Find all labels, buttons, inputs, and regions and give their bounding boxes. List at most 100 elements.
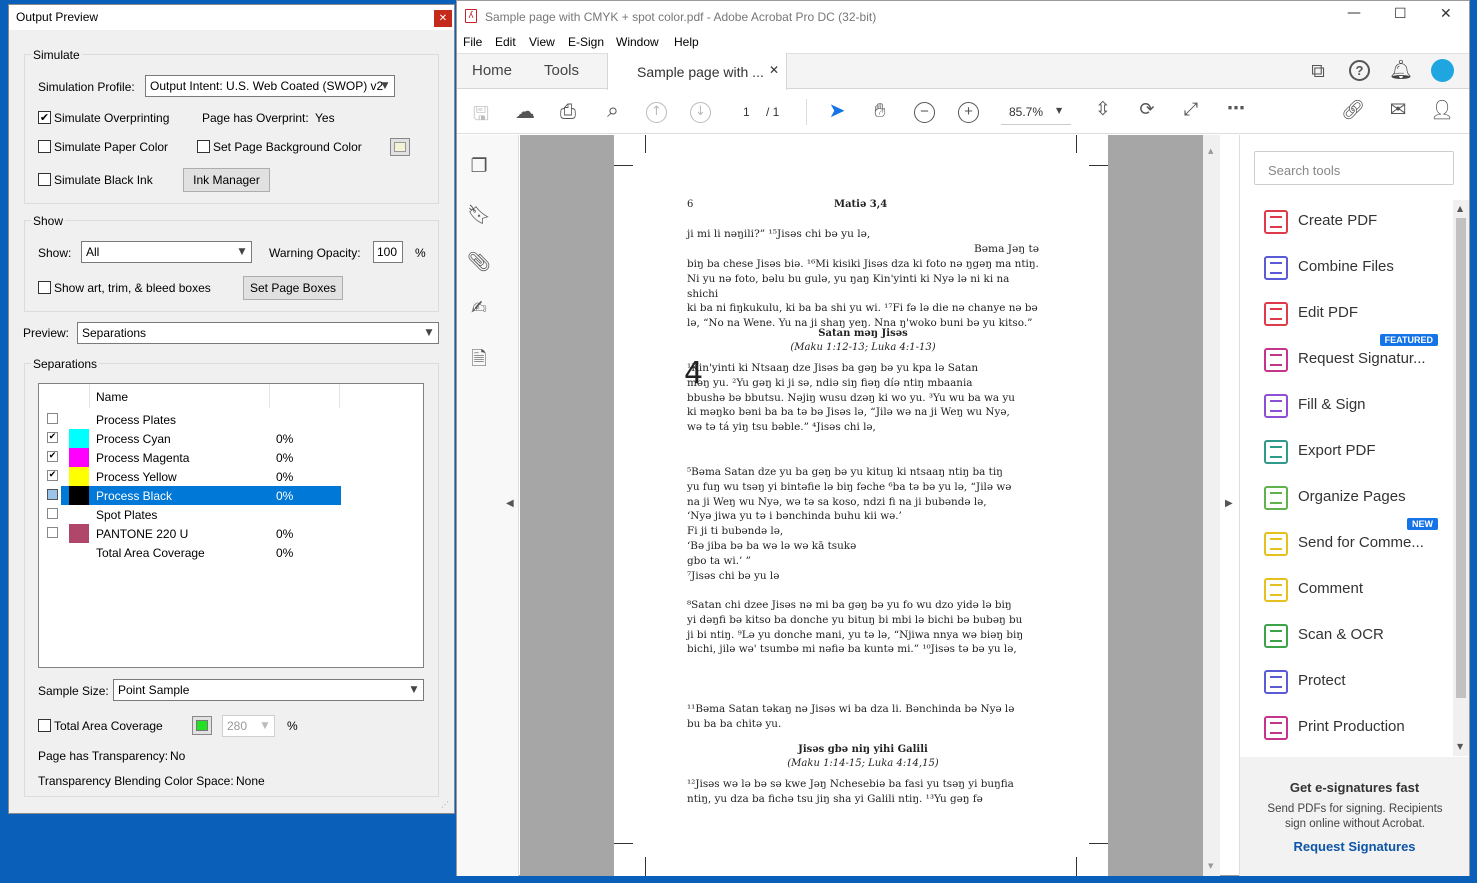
scroll-thumb[interactable] — [1456, 218, 1466, 698]
document-info-icon[interactable]: 🗎︎ — [466, 345, 492, 377]
table-row[interactable]: PANTONE 220 U 0% — [47, 524, 341, 543]
signature-pen-icon[interactable]: ✍︎ — [466, 297, 492, 319]
simulate-overprinting-checkbox[interactable]: ✔ — [38, 111, 51, 124]
row-checkbox[interactable] — [47, 413, 58, 424]
ink-manager-button[interactable]: Ink Manager — [183, 168, 270, 192]
tools-scrollbar[interactable]: ▲ ▼ — [1453, 200, 1469, 756]
share-screen-icon[interactable]: ⧉ — [1304, 60, 1332, 82]
tab-home[interactable]: Home — [472, 62, 512, 79]
scroll-up-icon[interactable]: ▲ — [1208, 147, 1213, 155]
scroll-down-icon[interactable]: ▼ — [1457, 742, 1463, 751]
print-icon[interactable]: ⎙ — [555, 99, 581, 123]
simulation-profile-select[interactable]: Output Intent: U.S. Web Coated (SWOP) v2… — [145, 75, 395, 97]
resize-grip-icon[interactable]: ⋰ — [441, 800, 449, 809]
row-checkbox[interactable]: ✔ — [47, 432, 58, 443]
avatar[interactable] — [1431, 59, 1454, 82]
zoom-out-icon[interactable]: − — [914, 102, 935, 123]
table-row[interactable]: Process Plates — [47, 410, 341, 429]
close-button[interactable]: ✕ — [434, 10, 452, 27]
row-checkbox[interactable] — [47, 508, 58, 519]
menu-edit[interactable]: Edit — [495, 35, 516, 49]
sample-size-select[interactable]: Point Sample ▼ — [113, 679, 424, 701]
row-checkbox[interactable] — [47, 489, 58, 500]
window-close-button[interactable]: ✕ — [1440, 6, 1452, 22]
total-area-coverage-checkbox[interactable] — [38, 719, 51, 732]
zoom-value[interactable]: 85.7% — [1009, 105, 1043, 119]
preview-select[interactable]: Separations ▼ — [77, 322, 439, 344]
tool-item[interactable]: Create PDF — [1254, 199, 1454, 245]
search-tools-input[interactable]: Search tools — [1254, 151, 1454, 185]
more-icon[interactable]: ⋯ — [1223, 98, 1249, 119]
link-icon[interactable]: 🔗︎ — [1340, 98, 1366, 121]
request-signatures-link[interactable]: Request Signatures — [1240, 839, 1469, 854]
tool-item[interactable]: Comment — [1254, 567, 1454, 613]
row-checkbox[interactable]: ✔ — [47, 451, 58, 462]
maximize-button[interactable]: ☐ — [1394, 6, 1407, 22]
menu-help[interactable]: Help — [674, 35, 699, 49]
menu-esign[interactable]: E-Sign — [568, 35, 604, 49]
page-bg-color-swatch[interactable] — [390, 138, 410, 156]
warning-opacity-input[interactable]: 100 — [373, 241, 403, 263]
table-row[interactable]: Spot Plates — [47, 505, 341, 524]
column-header-name[interactable]: Name — [96, 390, 128, 404]
save-icon[interactable]: 🖫 — [469, 100, 493, 132]
set-page-bg-color-checkbox[interactable] — [197, 140, 210, 153]
separations-list[interactable]: Name Process Plates ✔ Process Cyan 0% ✔ Proce… — [38, 383, 424, 668]
bell-icon[interactable]: 🔔︎ — [1389, 58, 1413, 81]
zoom-search-icon[interactable]: ⌕ — [600, 98, 626, 123]
mail-icon[interactable]: ✉ — [1385, 97, 1411, 121]
page-number-input[interactable]: 1 — [743, 105, 750, 119]
tool-item[interactable]: Scan & OCR — [1254, 613, 1454, 659]
add-user-icon[interactable]: 👤︎ — [1429, 98, 1455, 121]
hand-icon[interactable]: ✋︎ — [867, 98, 893, 122]
zoom-dropdown-icon[interactable]: ▼ — [1056, 106, 1062, 115]
tac-color-swatch[interactable] — [192, 716, 212, 735]
select-arrow-icon[interactable]: ➤ — [826, 98, 848, 122]
table-row[interactable]: ✔ Process Magenta 0% — [47, 448, 341, 467]
menu-file[interactable]: File — [463, 35, 482, 49]
show-select[interactable]: All ▼ — [81, 241, 252, 263]
zoom-in-icon[interactable]: + — [958, 102, 979, 123]
show-boxes-checkbox[interactable] — [38, 281, 51, 294]
expand-right-icon[interactable]: ▶ — [1225, 498, 1233, 509]
pages-thumbnail-icon[interactable]: ❐ — [466, 155, 492, 177]
rotate-icon[interactable]: ⟳ — [1135, 99, 1159, 120]
row-checkbox[interactable]: ✔ — [47, 470, 58, 481]
doc-tab[interactable]: Sample page with ... ✕ — [607, 53, 787, 90]
tool-item[interactable]: Edit PDF — [1254, 291, 1454, 337]
upload-cloud-icon[interactable]: ☁ — [512, 99, 538, 123]
tool-item[interactable]: Send for Comme... NEW — [1254, 518, 1454, 567]
doc-tab-close-icon[interactable]: ✕ — [769, 63, 779, 77]
menu-window[interactable]: Window — [616, 35, 659, 49]
table-row[interactable]: Process Black 0% — [47, 486, 341, 505]
scroll-up-icon[interactable]: ▲ — [1457, 204, 1463, 213]
collapse-left-icon[interactable]: ◀ — [506, 498, 514, 509]
attachment-icon[interactable]: 📎︎ — [466, 250, 492, 273]
scroll-down-icon[interactable]: ▼ — [1208, 862, 1213, 870]
page-down-icon[interactable]: ↓ — [690, 102, 711, 123]
tool-item[interactable]: Print Production — [1254, 705, 1454, 751]
tool-item[interactable]: Protect — [1254, 659, 1454, 705]
table-row[interactable]: ✔ Process Cyan 0% — [47, 429, 341, 448]
tool-item[interactable]: Fill & Sign — [1254, 383, 1454, 429]
fit-page-icon[interactable]: ⇳ — [1091, 98, 1115, 120]
bookmark-icon[interactable]: 🔖︎ — [466, 203, 492, 226]
page-up-icon[interactable]: ↑ — [646, 102, 667, 123]
output-preview-titlebar: Output Preview ✕ — [9, 5, 454, 30]
doc-scrollbar[interactable]: ▲ ▼ — [1203, 135, 1220, 876]
full-screen-icon[interactable]: ⤢ — [1179, 99, 1203, 120]
set-page-boxes-button[interactable]: Set Page Boxes — [243, 276, 343, 300]
tool-item[interactable]: Combine Files — [1254, 245, 1454, 291]
simulate-paper-color-checkbox[interactable] — [38, 140, 51, 153]
minimize-button[interactable]: — — [1347, 5, 1361, 21]
tool-item[interactable]: Organize Pages — [1254, 475, 1454, 521]
table-row[interactable]: ✔ Process Yellow 0% — [47, 467, 341, 486]
help-icon[interactable]: ? — [1349, 60, 1370, 81]
row-checkbox[interactable] — [47, 527, 58, 538]
tool-item[interactable]: Request Signatur... FEATURED — [1254, 334, 1454, 383]
tab-tools[interactable]: Tools — [544, 62, 579, 79]
menu-view[interactable]: View — [529, 35, 555, 49]
simulate-black-ink-checkbox[interactable] — [38, 173, 51, 186]
table-row[interactable]: Total Area Coverage 0% — [61, 543, 341, 562]
tool-item[interactable]: Export PDF — [1254, 429, 1454, 475]
